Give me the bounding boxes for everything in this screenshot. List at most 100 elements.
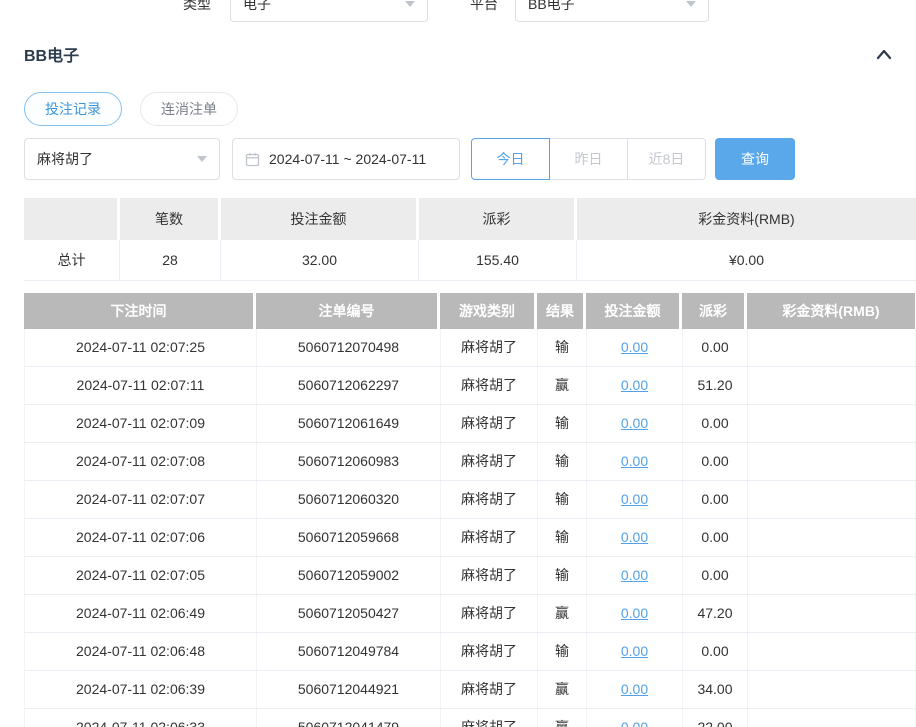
type-select-label: 类型 <box>183 0 211 22</box>
bet-amount-link[interactable]: 0.00 <box>621 415 648 431</box>
summary-table-header-row: 笔数投注金额派彩彩金资料(RMB) <box>24 198 916 240</box>
game-type-cell: 麻将胡了 <box>441 367 538 404</box>
summary-header-cell: 派彩 <box>419 198 577 240</box>
bet-time-cell: 2024-07-11 02:07:09 <box>25 405 257 442</box>
bet-amount-link[interactable]: 0.00 <box>621 605 648 621</box>
table-row: 2024-07-11 02:07:085060712060983麻将胡了输0.0… <box>24 443 916 481</box>
type-select-value: 电子 <box>243 0 271 14</box>
bet-amount-link[interactable]: 0.00 <box>621 643 648 659</box>
bet-amount-cell: 0.00 <box>587 519 683 556</box>
calendar-icon <box>245 152 260 167</box>
payout-cell: 47.20 <box>683 595 748 632</box>
platform-select[interactable]: BB电子 <box>515 0 709 22</box>
records-header-cell: 游戏类别 <box>440 293 537 329</box>
bet-time-cell: 2024-07-11 02:06:48 <box>25 633 257 670</box>
table-row: 2024-07-11 02:07:115060712062297麻将胡了赢0.0… <box>24 367 916 405</box>
payout-cell: 0.00 <box>683 329 748 366</box>
payout-cell: 0.00 <box>683 633 748 670</box>
game-type-cell: 麻将胡了 <box>441 633 538 670</box>
bet-time-cell: 2024-07-11 02:06:39 <box>25 671 257 708</box>
bonus-cell <box>748 557 916 594</box>
quick-date-button-2[interactable]: 近8日 <box>627 138 706 180</box>
bonus-cell <box>748 633 916 670</box>
game-type-cell: 麻将胡了 <box>441 329 538 366</box>
records-header-cell: 投注金额 <box>586 293 682 329</box>
bet-amount-cell: 0.00 <box>587 443 683 480</box>
bonus-cell <box>748 367 916 404</box>
collapse-section-button[interactable] <box>876 48 892 60</box>
payout-cell: 0.00 <box>683 405 748 442</box>
tab-cancelled-orders[interactable]: 连消注单 <box>140 92 238 126</box>
platform-select-value: BB电子 <box>528 0 575 14</box>
records-header-cell: 注单编号 <box>256 293 440 329</box>
search-button[interactable]: 查询 <box>715 138 795 180</box>
bet-amount-link[interactable]: 0.00 <box>621 567 648 583</box>
bet-amount-link[interactable]: 0.00 <box>621 377 648 393</box>
order-number-cell: 5060712062297 <box>257 367 441 404</box>
order-number-cell: 5060712070498 <box>257 329 441 366</box>
result-cell: 输 <box>538 519 587 556</box>
order-number-cell: 5060712050427 <box>257 595 441 632</box>
quick-date-button-0[interactable]: 今日 <box>471 138 550 180</box>
bet-time-cell: 2024-07-11 02:06:33 <box>25 709 257 727</box>
records-header-cell: 派彩 <box>682 293 747 329</box>
order-number-cell: 5060712049784 <box>257 633 441 670</box>
result-cell: 输 <box>538 633 587 670</box>
date-range-value: 2024-07-11 ~ 2024-07-11 <box>269 151 426 167</box>
bet-time-cell: 2024-07-11 02:07:07 <box>25 481 257 518</box>
bet-amount-link[interactable]: 0.00 <box>621 491 648 507</box>
top-filter-row: 类型 电子 平台 BB电子 <box>0 0 916 22</box>
summary-total-cell: 155.40 <box>419 240 577 280</box>
tab-bet-records[interactable]: 投注记录 <box>24 92 122 126</box>
chevron-down-icon <box>197 156 207 162</box>
chevron-down-icon <box>405 1 415 7</box>
quick-date-button-1[interactable]: 昨日 <box>549 138 628 180</box>
record-type-tabs: 投注记录连消注单 <box>24 92 892 126</box>
bet-amount-cell: 0.00 <box>587 367 683 404</box>
bet-amount-link[interactable]: 0.00 <box>621 339 648 355</box>
type-select[interactable]: 电子 <box>230 0 428 22</box>
section-title: BB电子 <box>24 42 79 66</box>
table-row: 2024-07-11 02:06:335060712041479麻将胡了赢0.0… <box>24 709 916 727</box>
summary-total-cell: 总计 <box>24 240 120 280</box>
order-number-cell: 5060712059668 <box>257 519 441 556</box>
summary-header-cell: 笔数 <box>120 198 221 240</box>
bet-amount-link[interactable]: 0.00 <box>621 719 648 727</box>
bet-amount-cell: 0.00 <box>587 481 683 518</box>
game-select[interactable]: 麻将胡了 <box>24 138 220 180</box>
bonus-cell <box>748 405 916 442</box>
result-cell: 赢 <box>538 367 587 404</box>
bet-time-cell: 2024-07-11 02:07:08 <box>25 443 257 480</box>
table-row: 2024-07-11 02:06:495060712050427麻将胡了赢0.0… <box>24 595 916 633</box>
section-header: BB电子 <box>24 42 892 66</box>
table-row: 2024-07-11 02:06:485060712049784麻将胡了输 0.0… <box>24 633 916 671</box>
bet-amount-link[interactable]: 0.00 <box>621 681 648 697</box>
records-header-cell: 彩金资料(RMB) <box>747 293 915 329</box>
records-table-body: 2024-07-11 02:07:255060712070498麻将胡了输0.0… <box>24 329 916 727</box>
result-cell: 输 <box>538 329 587 366</box>
payout-cell: 51.20 <box>683 367 748 404</box>
chevron-up-icon <box>876 48 892 60</box>
game-type-cell: 麻将胡了 <box>441 481 538 518</box>
order-number-cell: 5060712059002 <box>257 557 441 594</box>
bet-amount-link[interactable]: 0.00 <box>621 453 648 469</box>
result-cell: 输 <box>538 405 587 442</box>
game-type-cell: 麻将胡了 <box>441 519 538 556</box>
game-type-cell: 麻将胡了 <box>441 671 538 708</box>
payout-cell: 0.00 <box>683 557 748 594</box>
table-row: 2024-07-11 02:07:075060712060320麻将胡了输0.0… <box>24 481 916 519</box>
game-type-cell: 麻将胡了 <box>441 405 538 442</box>
table-row: 2024-07-11 02:06:395060712044921麻将胡了赢0.0… <box>24 671 916 709</box>
payout-cell: 34.00 <box>683 671 748 708</box>
game-select-value: 麻将胡了 <box>37 149 93 169</box>
bonus-cell <box>748 709 916 727</box>
bonus-cell <box>748 443 916 480</box>
bet-amount-link[interactable]: 0.00 <box>621 529 648 545</box>
date-range-picker[interactable]: 2024-07-11 ~ 2024-07-11 <box>232 138 460 180</box>
order-number-cell: 5060712061649 <box>257 405 441 442</box>
payout-cell: 0.00 <box>683 481 748 518</box>
bet-amount-cell: 0.00 <box>587 557 683 594</box>
records-header-cell: 下注时间 <box>24 293 256 329</box>
order-number-cell: 5060712060983 <box>257 443 441 480</box>
summary-table-total-row: 总计2832.00155.40¥0.00 <box>24 240 916 281</box>
